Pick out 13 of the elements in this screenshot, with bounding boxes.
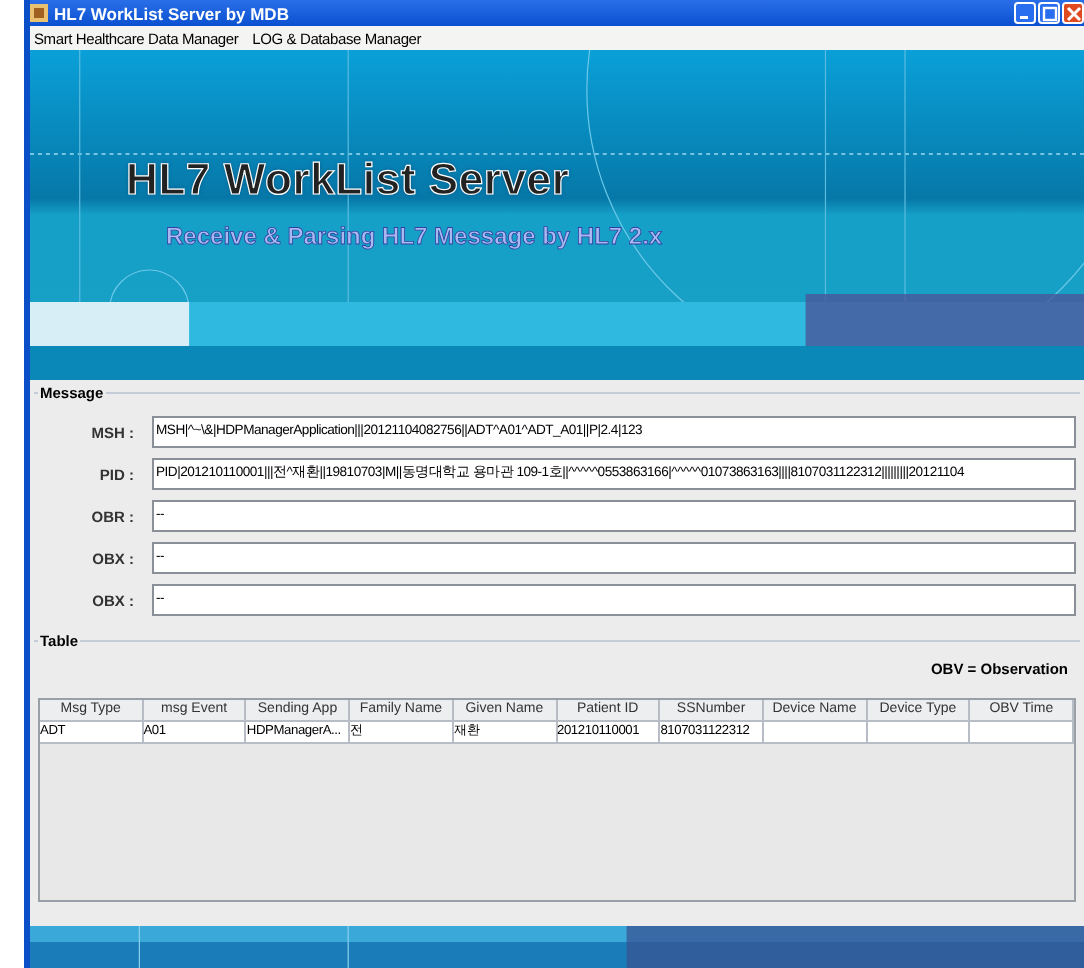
minimize-icon [1019,16,1027,20]
close-button[interactable] [1062,2,1084,24]
minimize-button[interactable] [1014,2,1036,24]
table-cell [763,722,868,744]
banner-subtitle: Receive & Parsing HL7 Message by HL7 2.x [166,222,663,250]
banner-title: HL7 WorkList Server [126,154,572,206]
maximize-icon [1041,5,1057,21]
window-title: HL7 WorkList Server by MDB [54,3,291,23]
table-cell [970,722,1074,744]
close-icon [1065,5,1081,21]
maximize-button[interactable] [1038,2,1060,24]
app-icon [30,4,48,22]
table-cell [867,722,971,744]
